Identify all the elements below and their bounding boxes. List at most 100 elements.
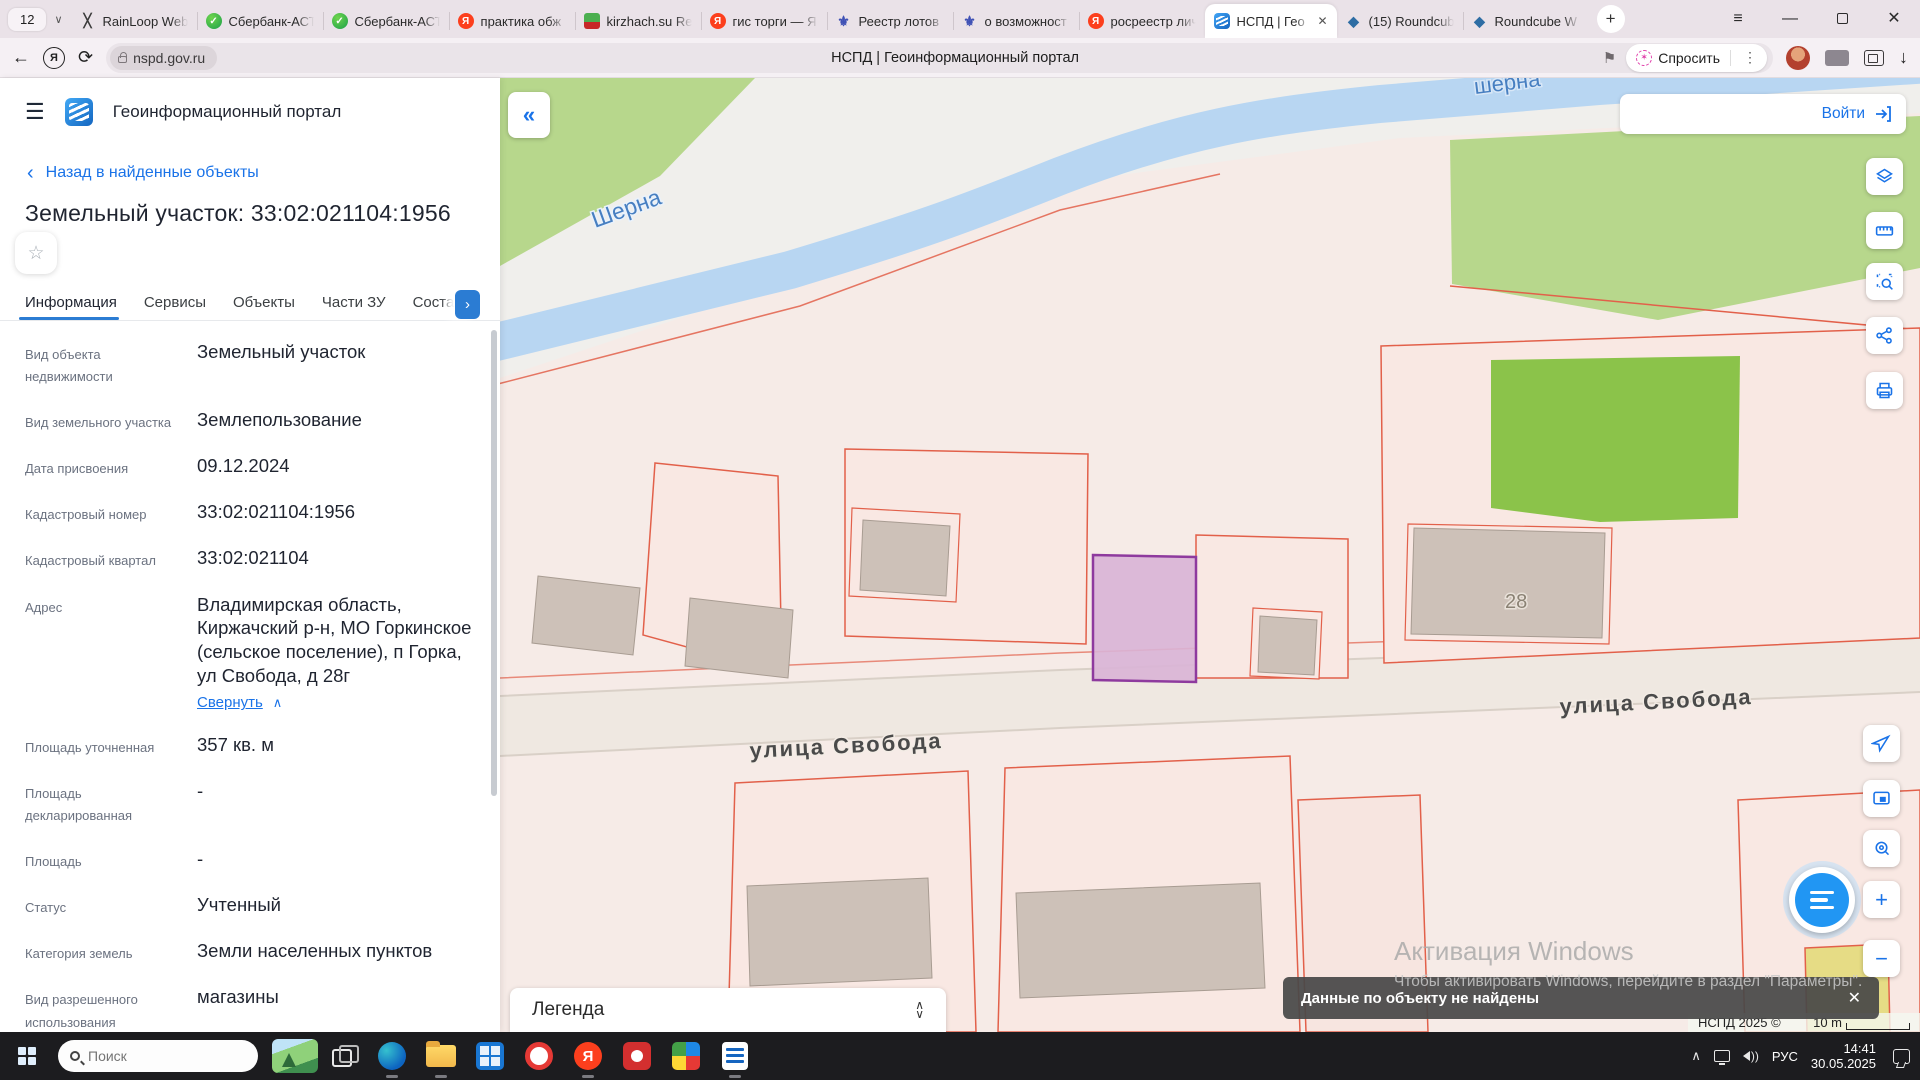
tab-o-vozmozhnosti[interactable]: ⚜о возможност: [953, 4, 1079, 38]
tab-rosreestr[interactable]: Яросреестр лич: [1079, 4, 1205, 38]
tab-list-chevron-icon[interactable]: ∨: [46, 13, 70, 26]
folder-icon: [426, 1045, 456, 1067]
legend-bar[interactable]: Легенда ∧∨: [510, 988, 946, 1032]
tab-kirzhach[interactable]: kirzhach.su Re: [575, 4, 701, 38]
start-button[interactable]: [10, 1039, 44, 1073]
layers-icon: [1874, 166, 1895, 187]
print-icon: [1874, 380, 1895, 401]
network-tray-icon[interactable]: [1714, 1050, 1730, 1062]
browser-menu-icon[interactable]: ≡: [1712, 0, 1764, 38]
tab-roundcube-2[interactable]: ◆Roundcube W: [1463, 4, 1589, 38]
address-value: Владимирская область, Киржачский р-н, МО…: [197, 594, 471, 686]
overview-frame-button[interactable]: [1863, 780, 1900, 817]
taskbar-app-yandex-browser[interactable]: Я: [572, 1040, 604, 1072]
collapse-panel-button[interactable]: «: [508, 92, 550, 138]
yandex-home-button[interactable]: Я: [43, 47, 65, 69]
taskbar-app-opera[interactable]: [523, 1040, 555, 1072]
tab-rainloop[interactable]: ╳RainLoop Web: [71, 4, 197, 38]
volume-tray-icon[interactable]: )): [1743, 1049, 1759, 1063]
window-restore-button[interactable]: [1816, 0, 1868, 38]
roundcube-favicon-icon: ◆: [1472, 13, 1488, 29]
taskbar-search[interactable]: [58, 1040, 258, 1072]
alice-ask-button[interactable]: ✶ Спросить ⋮: [1626, 44, 1767, 72]
taskbar-app-tiles[interactable]: [670, 1040, 702, 1072]
login-label[interactable]: Войти: [1822, 105, 1865, 123]
downloads-icon[interactable]: ↓: [1899, 47, 1908, 68]
back-to-results-link[interactable]: ‹ Назад в найденные объекты: [0, 126, 500, 182]
search-on-map-button[interactable]: [1863, 830, 1900, 867]
tab-counter[interactable]: 12: [8, 8, 46, 31]
user-avatar[interactable]: [1786, 46, 1810, 70]
print-tool-button[interactable]: [1866, 372, 1903, 409]
parcel-title: Земельный участок: 33:02:021104:1956: [0, 182, 500, 227]
new-tab-button[interactable]: +: [1597, 5, 1625, 33]
chat-widget-button[interactable]: [1783, 861, 1861, 939]
chat-bubble-icon: [1795, 873, 1849, 927]
domain-chip[interactable]: nspd.gov.ru: [110, 46, 217, 70]
share-tool-button[interactable]: [1866, 317, 1903, 354]
house-number-label: 28: [1505, 591, 1527, 613]
menu-hamburger-icon[interactable]: ☰: [25, 99, 45, 125]
toast-close-icon[interactable]: ✕: [1848, 988, 1861, 1008]
task-view-button[interactable]: [332, 1045, 358, 1067]
legend-collapse-icon[interactable]: ∧∨: [915, 1001, 924, 1019]
tab-sberbank-ast-1[interactable]: ✓Сбербанк-АСТ: [197, 4, 323, 38]
zoom-out-button[interactable]: −: [1863, 940, 1900, 977]
window-close-button[interactable]: ✕: [1868, 0, 1920, 38]
taskbar-clock[interactable]: 14:41 30.05.2025: [1811, 1041, 1876, 1071]
taskbar-app-red[interactable]: [621, 1040, 653, 1072]
notification-center-button[interactable]: [1893, 1049, 1910, 1064]
taskbar-app-notepad[interactable]: [719, 1040, 751, 1072]
selected-parcel[interactable]: [1093, 555, 1196, 682]
field-row: Дата присвоения09.12.2024: [25, 454, 472, 480]
ruler-tool-button[interactable]: [1866, 212, 1903, 249]
location-search-icon: [1871, 838, 1892, 859]
toast-message: Данные по объекту не найдены: [1301, 990, 1539, 1007]
map-canvas[interactable]: Шерна шерна улица Свобода улица Свобода …: [500, 78, 1920, 1032]
panel-scrollbar[interactable]: [491, 330, 497, 796]
chevron-left-icon: ‹: [27, 166, 34, 180]
caret-up-icon[interactable]: ∧: [273, 695, 283, 712]
login-bar[interactable]: Войти: [1620, 94, 1906, 134]
back-button[interactable]: ←: [12, 47, 30, 68]
keyboard-language[interactable]: РУС: [1772, 1049, 1798, 1064]
tab-roundcube-1[interactable]: ◆(15) Roundcub: [1337, 4, 1463, 38]
yandex-favicon-icon: Я: [710, 13, 726, 29]
widgets-button[interactable]: [272, 1039, 318, 1073]
taskbar-app-mail[interactable]: [474, 1040, 506, 1072]
tab-nspd-active[interactable]: НСПД | Гео✕: [1205, 4, 1337, 38]
tab-sberbank-ast-2[interactable]: ✓Сбербанк-АСТ: [323, 4, 449, 38]
tab-objects[interactable]: Объекты: [233, 290, 295, 320]
legend-title: Легенда: [532, 999, 604, 1021]
search-input[interactable]: [88, 1048, 218, 1064]
document-app-icon: [722, 1042, 748, 1070]
favorite-star-button[interactable]: ☆: [15, 232, 57, 274]
wallet-icon[interactable]: [1825, 50, 1849, 66]
red-app-icon: [623, 1042, 651, 1070]
side-panels-icon[interactable]: [1864, 50, 1884, 66]
taskbar-app-explorer[interactable]: [425, 1040, 457, 1072]
area-select-tool-button[interactable]: [1866, 263, 1903, 300]
tab-services[interactable]: Сервисы: [144, 290, 206, 320]
tab-parts[interactable]: Части ЗУ: [322, 290, 386, 320]
windows-taskbar: Я ∧ )) РУС 14:41 30.05.2025: [0, 1032, 1920, 1080]
tabs-scroll-next-button[interactable]: ›: [455, 290, 480, 319]
zoom-in-button[interactable]: +: [1863, 881, 1900, 918]
my-location-button[interactable]: [1863, 725, 1900, 762]
collapse-address-link[interactable]: Свернуть: [197, 693, 263, 712]
tab-reestr-lotov[interactable]: ⚜Реестр лотов: [827, 4, 953, 38]
taskbar-app-edge[interactable]: [376, 1040, 408, 1072]
clock-time: 14:41: [1811, 1041, 1876, 1056]
bookmark-icon[interactable]: ⚑: [1603, 49, 1616, 67]
address-bar[interactable]: nspd.gov.ru НСПД | Геоинформационный пор…: [106, 43, 1773, 73]
tab-information[interactable]: Информация: [25, 290, 117, 320]
tab-gis-torgi[interactable]: Ягис торги — Я: [701, 4, 827, 38]
layers-tool-button[interactable]: [1866, 158, 1903, 195]
window-minimize-button[interactable]: —: [1764, 0, 1816, 38]
refresh-button[interactable]: ⟳: [78, 47, 93, 68]
tab-close-icon[interactable]: ✕: [1317, 14, 1327, 28]
tab-praktika[interactable]: Япрактика обж: [449, 4, 575, 38]
ask-menu-dots-icon[interactable]: ⋮: [1737, 49, 1763, 66]
navigation-arrow-icon: [1871, 733, 1892, 754]
hidden-icons-button[interactable]: ∧: [1691, 1048, 1701, 1064]
